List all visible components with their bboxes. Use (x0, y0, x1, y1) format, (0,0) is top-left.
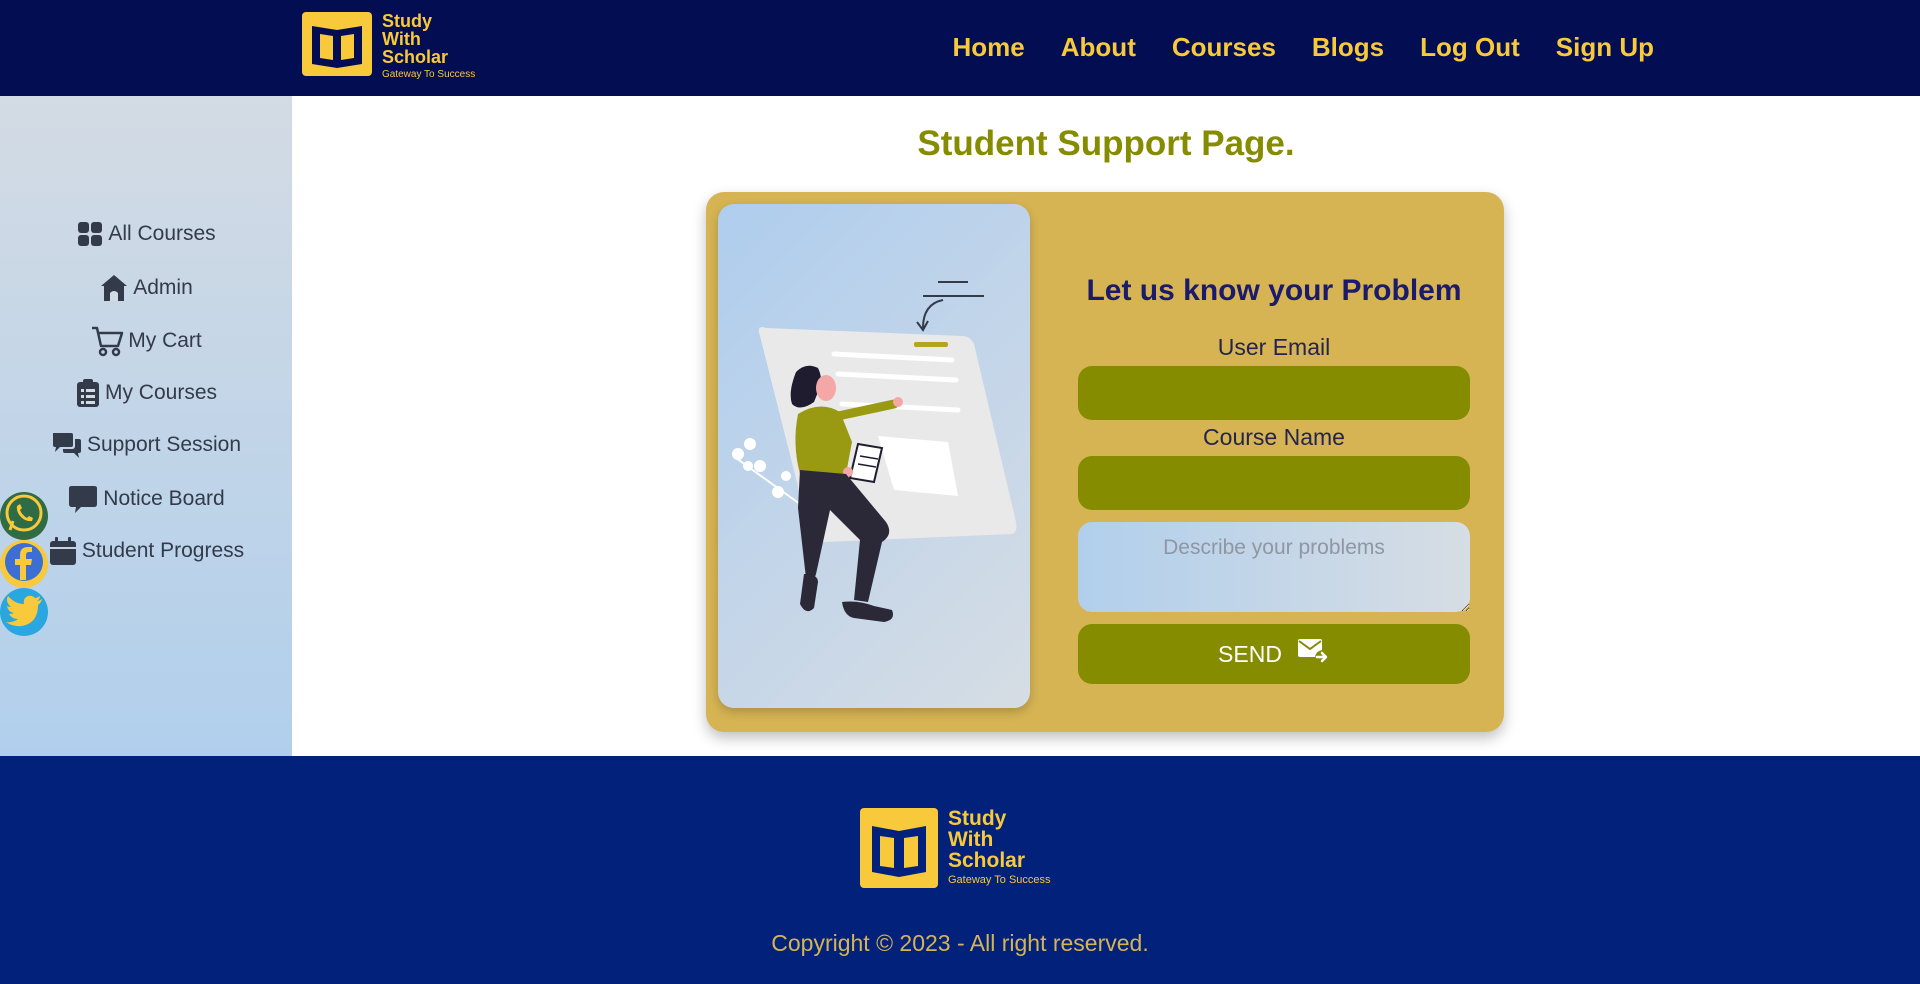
sidebar-item-label: Student Progress (81, 539, 245, 562)
message-icon (67, 483, 99, 515)
twitter-icon (2, 588, 46, 637)
twitter-link[interactable] (0, 588, 48, 636)
clipboard-icon (75, 378, 101, 408)
footer-brand-name-line1: Study (948, 807, 1007, 830)
copyright-text: Copyright © 2023 - All right reserved. (771, 930, 1149, 956)
sidebar-item-label: All Courses (108, 222, 216, 245)
sidebar-item-my-cart[interactable]: My Cart (0, 325, 292, 357)
whatsapp-link[interactable] (0, 492, 48, 540)
footer-brand-name-line3: Scholar (948, 849, 1026, 872)
user-email-input[interactable] (1078, 366, 1470, 420)
footer-brand-name-line2: With (948, 828, 994, 851)
support-illustration (718, 204, 1030, 708)
brand-tagline: Gateway To Success (382, 69, 476, 80)
footer: Study With Scholar Gateway To Success Co… (0, 756, 1920, 984)
user-email-label: User Email (1217, 334, 1331, 360)
send-button[interactable]: SEND (1078, 624, 1470, 684)
nav-about[interactable]: About (1061, 32, 1136, 63)
top-navbar: Study With Scholar Gateway To Success Ho… (0, 0, 1920, 96)
main-nav: Home About Courses Blogs Log Out Sign Up (953, 32, 1654, 63)
sidebar-item-my-courses[interactable]: My Courses (0, 378, 292, 408)
open-book-icon (302, 12, 372, 76)
brand-name: Study With Scholar Gateway To Success (382, 12, 475, 82)
open-book-icon (860, 808, 938, 888)
brand-logo[interactable]: Study With Scholar Gateway To Success (302, 12, 475, 82)
sidebar-item-all-courses[interactable]: All Courses (0, 220, 292, 248)
calendar-icon (48, 536, 78, 566)
sidebar-item-label: Admin (133, 276, 193, 299)
support-card: Let us know your Problem User Email Cour… (706, 192, 1504, 732)
facebook-link[interactable] (0, 540, 48, 588)
page-title: Student Support Page. (917, 124, 1295, 163)
course-name-input[interactable] (1078, 456, 1470, 510)
nav-blogs[interactable]: Blogs (1312, 32, 1384, 63)
sidebar-item-label: Support Session (86, 433, 242, 456)
sidebar-item-label: My Courses (104, 381, 218, 404)
nav-home[interactable]: Home (953, 32, 1025, 63)
grid-icon (76, 220, 104, 248)
nav-log-out[interactable]: Log Out (1420, 32, 1520, 63)
sidebar-item-label: My Cart (128, 329, 202, 352)
facebook-icon (2, 540, 46, 589)
whatsapp-icon (2, 492, 46, 541)
brand-name-line1: Study (382, 11, 433, 31)
chat-icon (51, 430, 83, 460)
send-button-label: SEND (1218, 640, 1282, 667)
nav-courses[interactable]: Courses (1172, 32, 1276, 63)
mail-send-icon (1296, 637, 1330, 671)
footer-brand-name: Study With Scholar Gateway To Success (948, 808, 1051, 887)
brand-name-line2: With (382, 29, 421, 49)
sidebar-item-label: Notice Board (103, 487, 225, 510)
brand-name-line3: Scholar (382, 47, 449, 67)
footer-brand-tagline: Gateway To Success (948, 874, 1051, 886)
course-name-label: Course Name (1203, 424, 1345, 450)
footer-brand-logo[interactable]: Study With Scholar Gateway To Success (860, 808, 1051, 888)
problem-description-input[interactable] (1078, 522, 1470, 612)
sidebar-item-admin[interactable]: Admin (0, 273, 292, 303)
nav-sign-up[interactable]: Sign Up (1556, 32, 1654, 63)
cart-icon (90, 325, 124, 357)
sidebar: All Courses Admin My Cart My Courses Sup… (0, 96, 292, 756)
home-icon (99, 273, 129, 303)
form-heading: Let us know your Problem (1086, 274, 1462, 307)
sidebar-item-support-session[interactable]: Support Session (0, 430, 292, 460)
